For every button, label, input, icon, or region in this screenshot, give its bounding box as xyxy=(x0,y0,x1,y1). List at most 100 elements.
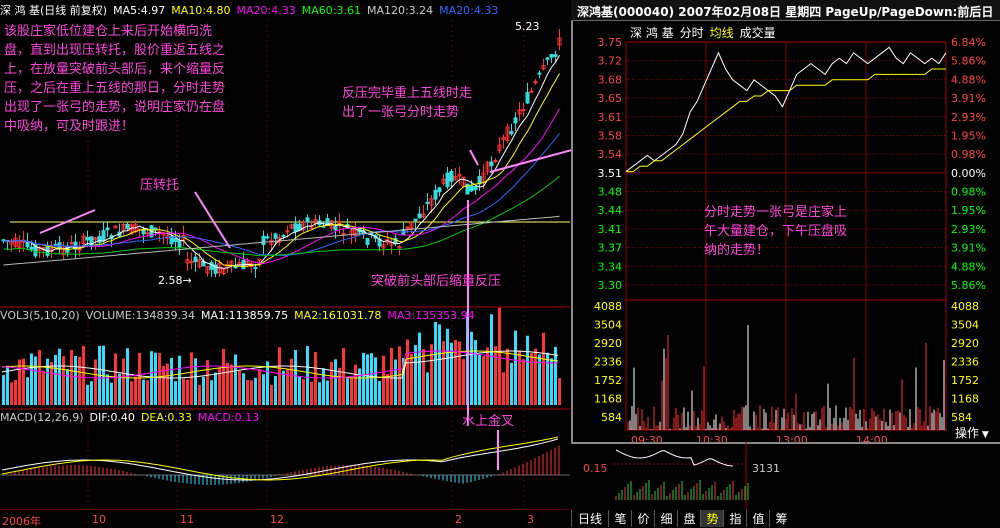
volume-bar xyxy=(34,356,37,405)
tab-price[interactable]: 价 xyxy=(631,510,655,527)
volume-tick-left: 584 xyxy=(601,411,622,424)
candle-body xyxy=(25,241,30,248)
volume-bar xyxy=(358,368,361,405)
volume-bar xyxy=(138,353,141,405)
annotation-intraday: 分时走势一张弓是庄家上 午大量建仓，下午压盘吸 纳的走势！ xyxy=(704,203,934,260)
candle-body xyxy=(549,54,554,58)
volume-bar xyxy=(114,353,117,405)
volume-bar xyxy=(410,353,413,405)
tab-pan[interactable]: 盘 xyxy=(677,510,701,527)
volume-bar xyxy=(158,352,161,405)
volume-bar xyxy=(182,378,185,405)
volume-bar xyxy=(422,349,425,405)
volume-bar xyxy=(378,381,381,405)
annotation-line: 午大量建仓，下午压盘吸 xyxy=(704,224,848,239)
volume-bar xyxy=(514,330,517,405)
date-tick: 3 xyxy=(527,513,534,526)
pct-tick: 1.95% xyxy=(951,204,986,217)
annotation-golden-cross: 水上金叉 xyxy=(462,414,515,429)
candle-body xyxy=(189,260,194,263)
mini-macd-label: 0.15 xyxy=(583,462,608,475)
volume-bar xyxy=(122,358,125,405)
volume-bar xyxy=(266,361,269,405)
volume-bar xyxy=(190,352,193,405)
volume-indicator-4: MA3:135353.94 xyxy=(387,309,475,322)
volume-bar xyxy=(314,351,317,405)
volume-bar xyxy=(394,359,397,405)
date-tick: 2006年 xyxy=(2,515,41,528)
volume-bar xyxy=(174,381,177,405)
annotation-line: 该股庄家低位建仓上来后开始横向洗 xyxy=(4,24,213,39)
ma-line-120 xyxy=(3,215,560,266)
annotation-line: 上，在放量突破前头部后，来个缩量反 xyxy=(4,62,226,77)
volume-bar xyxy=(490,314,493,405)
macd-indicator-2: DEA:0.33 xyxy=(140,411,192,424)
volume-bar xyxy=(10,382,13,405)
price-tick: 3.65 xyxy=(598,92,623,105)
annotation-top-left: 该股庄家低位建仓上来后开始横向洗 盘，直到出现压转托，股价重返五线之 上，在放量突破… xyxy=(4,22,304,136)
pct-tick: 1.95% xyxy=(951,129,986,142)
volume-bar xyxy=(310,381,313,405)
volume-bar xyxy=(498,307,501,405)
volume-tick-left: 4088 xyxy=(594,300,622,313)
volume-bar xyxy=(130,381,133,405)
volume-bar xyxy=(226,362,229,405)
volume-bar xyxy=(62,356,65,405)
candle-body xyxy=(101,230,106,241)
volume-bar xyxy=(26,377,29,405)
volume-bar xyxy=(374,357,377,405)
volume-bar xyxy=(482,356,485,405)
volume-tick-right: 3504 xyxy=(951,318,979,331)
volume-bar xyxy=(90,381,93,405)
price-tick: 3.58 xyxy=(598,129,623,142)
candle-body xyxy=(297,223,302,231)
tab-trend[interactable]: 势 xyxy=(700,510,724,527)
annotation-support: 压转托 xyxy=(140,178,180,193)
tab-daily[interactable]: 日线 xyxy=(571,510,608,527)
volume-header: VOL3(5,10,20) VOLUME:134839.34 MA1:113859.… xyxy=(0,309,481,322)
candle-body xyxy=(193,256,198,263)
volume-bar xyxy=(518,350,521,405)
volume-bar xyxy=(82,345,85,405)
popup-titlebar[interactable]: 深鸿基(000040) 2007年02月08日 星期四 PageUp/PageD… xyxy=(571,0,1000,21)
tab-value[interactable]: 值 xyxy=(746,510,770,527)
volume-bar xyxy=(522,359,525,405)
volume-bar xyxy=(38,350,41,405)
date-tick: 2 xyxy=(455,513,462,526)
volume-bar xyxy=(238,370,241,405)
pct-tick: 0.98% xyxy=(951,148,986,161)
volume-bar xyxy=(322,368,325,405)
volume-bar xyxy=(214,372,217,405)
volume-bar xyxy=(414,345,417,405)
price-tick: 3.41 xyxy=(598,223,623,236)
volume-bar xyxy=(42,370,45,405)
annotation-line: 压，之后在重上五线的那日，分时走势 xyxy=(4,81,226,96)
volume-bar xyxy=(330,361,333,405)
price-tick: 3.61 xyxy=(598,111,623,124)
volume-indicator-2: MA1:113859.75 xyxy=(200,309,289,322)
tab-chips[interactable]: 筹 xyxy=(769,510,793,527)
volume-bar xyxy=(162,366,165,405)
tab-detail[interactable]: 细 xyxy=(654,510,678,527)
volume-bar xyxy=(46,358,49,405)
volume-bar xyxy=(14,380,17,405)
pct-tick: 4.88% xyxy=(951,260,986,273)
volume-tick-right: 2920 xyxy=(951,337,979,350)
price-tick: 3.75 xyxy=(598,36,623,49)
volume-bar xyxy=(370,353,373,405)
operate-button[interactable]: 操作 ▼ xyxy=(955,424,989,441)
tab-bi[interactable]: 笔 xyxy=(608,510,632,527)
volume-bar xyxy=(70,350,73,405)
volume-bar xyxy=(250,380,253,405)
volume-bar xyxy=(546,352,549,405)
volume-bar xyxy=(510,362,513,405)
volume-bar xyxy=(318,382,321,405)
macd-header: MACD(12,26,9) DIF:0.40 DEA:0.33 MACD:0.13 xyxy=(0,411,265,424)
volume-bar xyxy=(362,352,365,405)
candle-body xyxy=(125,223,130,229)
chart-window: 深 鸿 基(日线 前复权) MA5:4.97 MA10:4.80 MA20:4.33 M… xyxy=(0,0,1000,528)
candle-body xyxy=(105,227,110,231)
volume-bar xyxy=(426,372,429,405)
volume-bar xyxy=(94,359,97,405)
tab-index[interactable]: 指 xyxy=(723,510,747,527)
